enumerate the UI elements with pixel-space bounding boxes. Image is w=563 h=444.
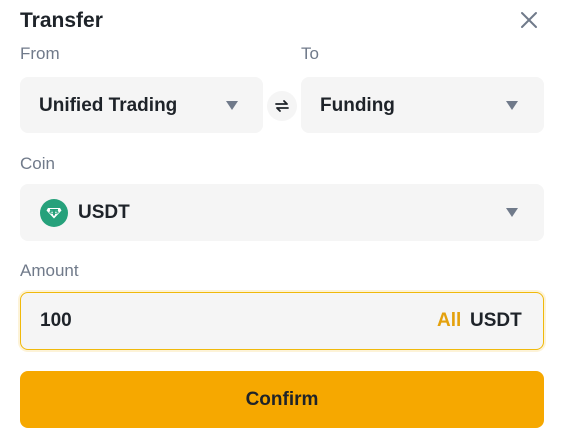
close-button[interactable] <box>518 9 540 31</box>
to-label: To <box>301 44 319 63</box>
swap-icon <box>275 100 289 112</box>
dialog-title: Transfer <box>20 9 103 32</box>
amount-label: Amount <box>20 261 79 280</box>
all-button[interactable]: All <box>437 309 461 333</box>
transfer-dialog: Transfer From Unified Trading To Funding… <box>0 0 563 444</box>
to-account-value: Funding <box>320 95 395 116</box>
from-label: From <box>20 44 60 63</box>
chevron-down-icon <box>506 208 518 217</box>
from-account-value: Unified Trading <box>39 95 178 116</box>
from-account-select[interactable]: Unified Trading <box>20 77 263 133</box>
to-account-select[interactable]: Funding <box>301 77 544 133</box>
chevron-down-icon <box>506 101 518 110</box>
chevron-down-icon <box>226 101 238 110</box>
confirm-button[interactable]: Confirm <box>20 371 544 428</box>
coin-label: Coin <box>20 154 55 173</box>
coin-value: USDT <box>78 202 130 223</box>
close-icon <box>521 12 537 28</box>
tether-icon <box>40 199 68 227</box>
amount-field-focus-ring: All USDT <box>18 290 546 352</box>
swap-accounts-button[interactable] <box>267 91 297 121</box>
coin-select[interactable]: USDT <box>20 184 544 241</box>
amount-field: All USDT <box>20 292 544 350</box>
amount-unit: USDT <box>470 310 522 331</box>
amount-input[interactable] <box>40 308 400 334</box>
